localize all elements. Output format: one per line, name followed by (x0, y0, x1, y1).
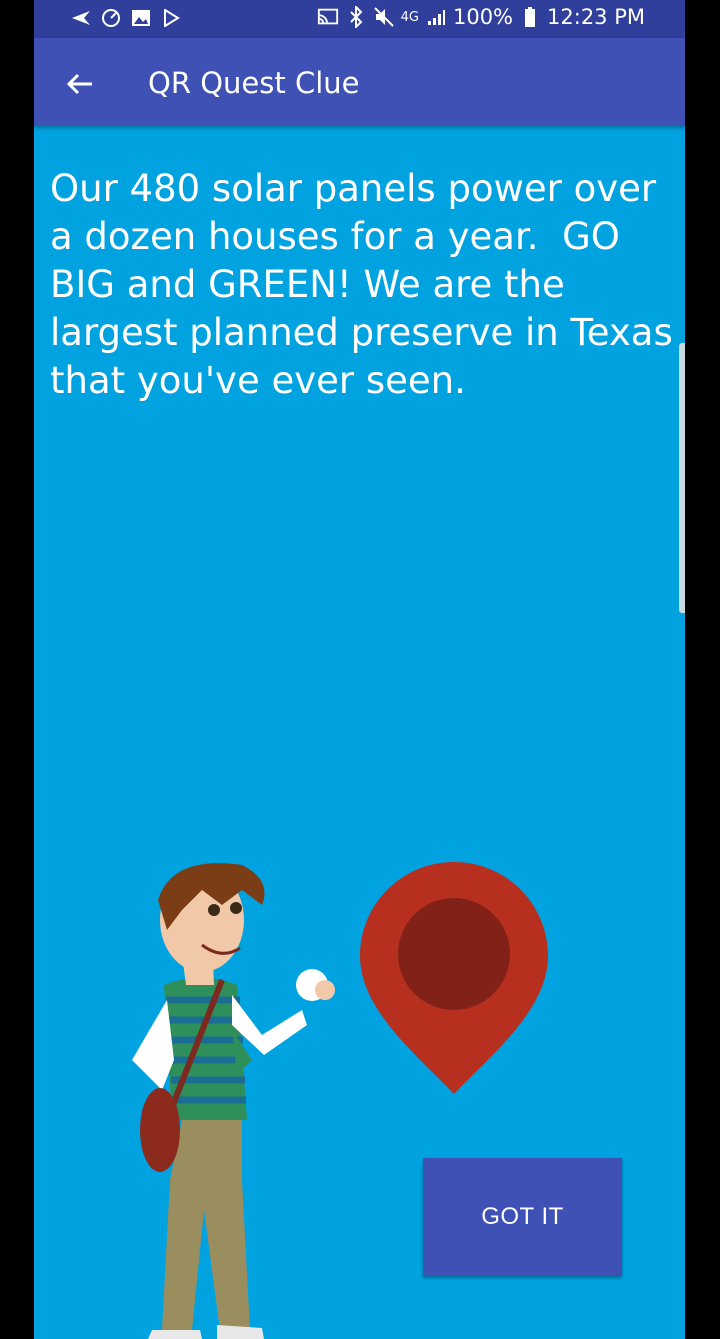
page-title: QR Quest Clue (148, 66, 360, 100)
back-button[interactable] (60, 64, 100, 104)
scrollbar[interactable] (679, 343, 685, 613)
signal-icon (425, 6, 447, 28)
battery-icon (519, 6, 541, 28)
app-screen: 4G 100% 12:23 PM QR Quest Clue Our 480 s… (34, 0, 685, 1339)
arrow-left-icon (66, 73, 92, 95)
app-bar: QR Quest Clue (34, 38, 685, 126)
clue-text: Our 480 solar panels power over a dozen … (50, 167, 685, 402)
status-bar-left-icons (70, 7, 182, 29)
status-bar-right: 4G 100% 12:23 PM (317, 5, 645, 29)
play-store-icon (160, 7, 182, 29)
character-illustration (132, 863, 335, 1339)
battery-percent: 100% (452, 5, 514, 29)
image-icon (130, 7, 152, 29)
cast-icon (317, 6, 339, 28)
status-bar: 4G 100% 12:23 PM (34, 0, 685, 38)
network-type: 4G (400, 9, 419, 25)
navigation-icon (70, 7, 92, 29)
mute-icon (373, 6, 395, 28)
bluetooth-icon (345, 6, 367, 28)
map-pin-icon (360, 862, 548, 1094)
got-it-button[interactable]: GOT IT (423, 1158, 622, 1276)
clock: 12:23 PM (547, 5, 645, 29)
speedometer-icon (100, 7, 122, 29)
